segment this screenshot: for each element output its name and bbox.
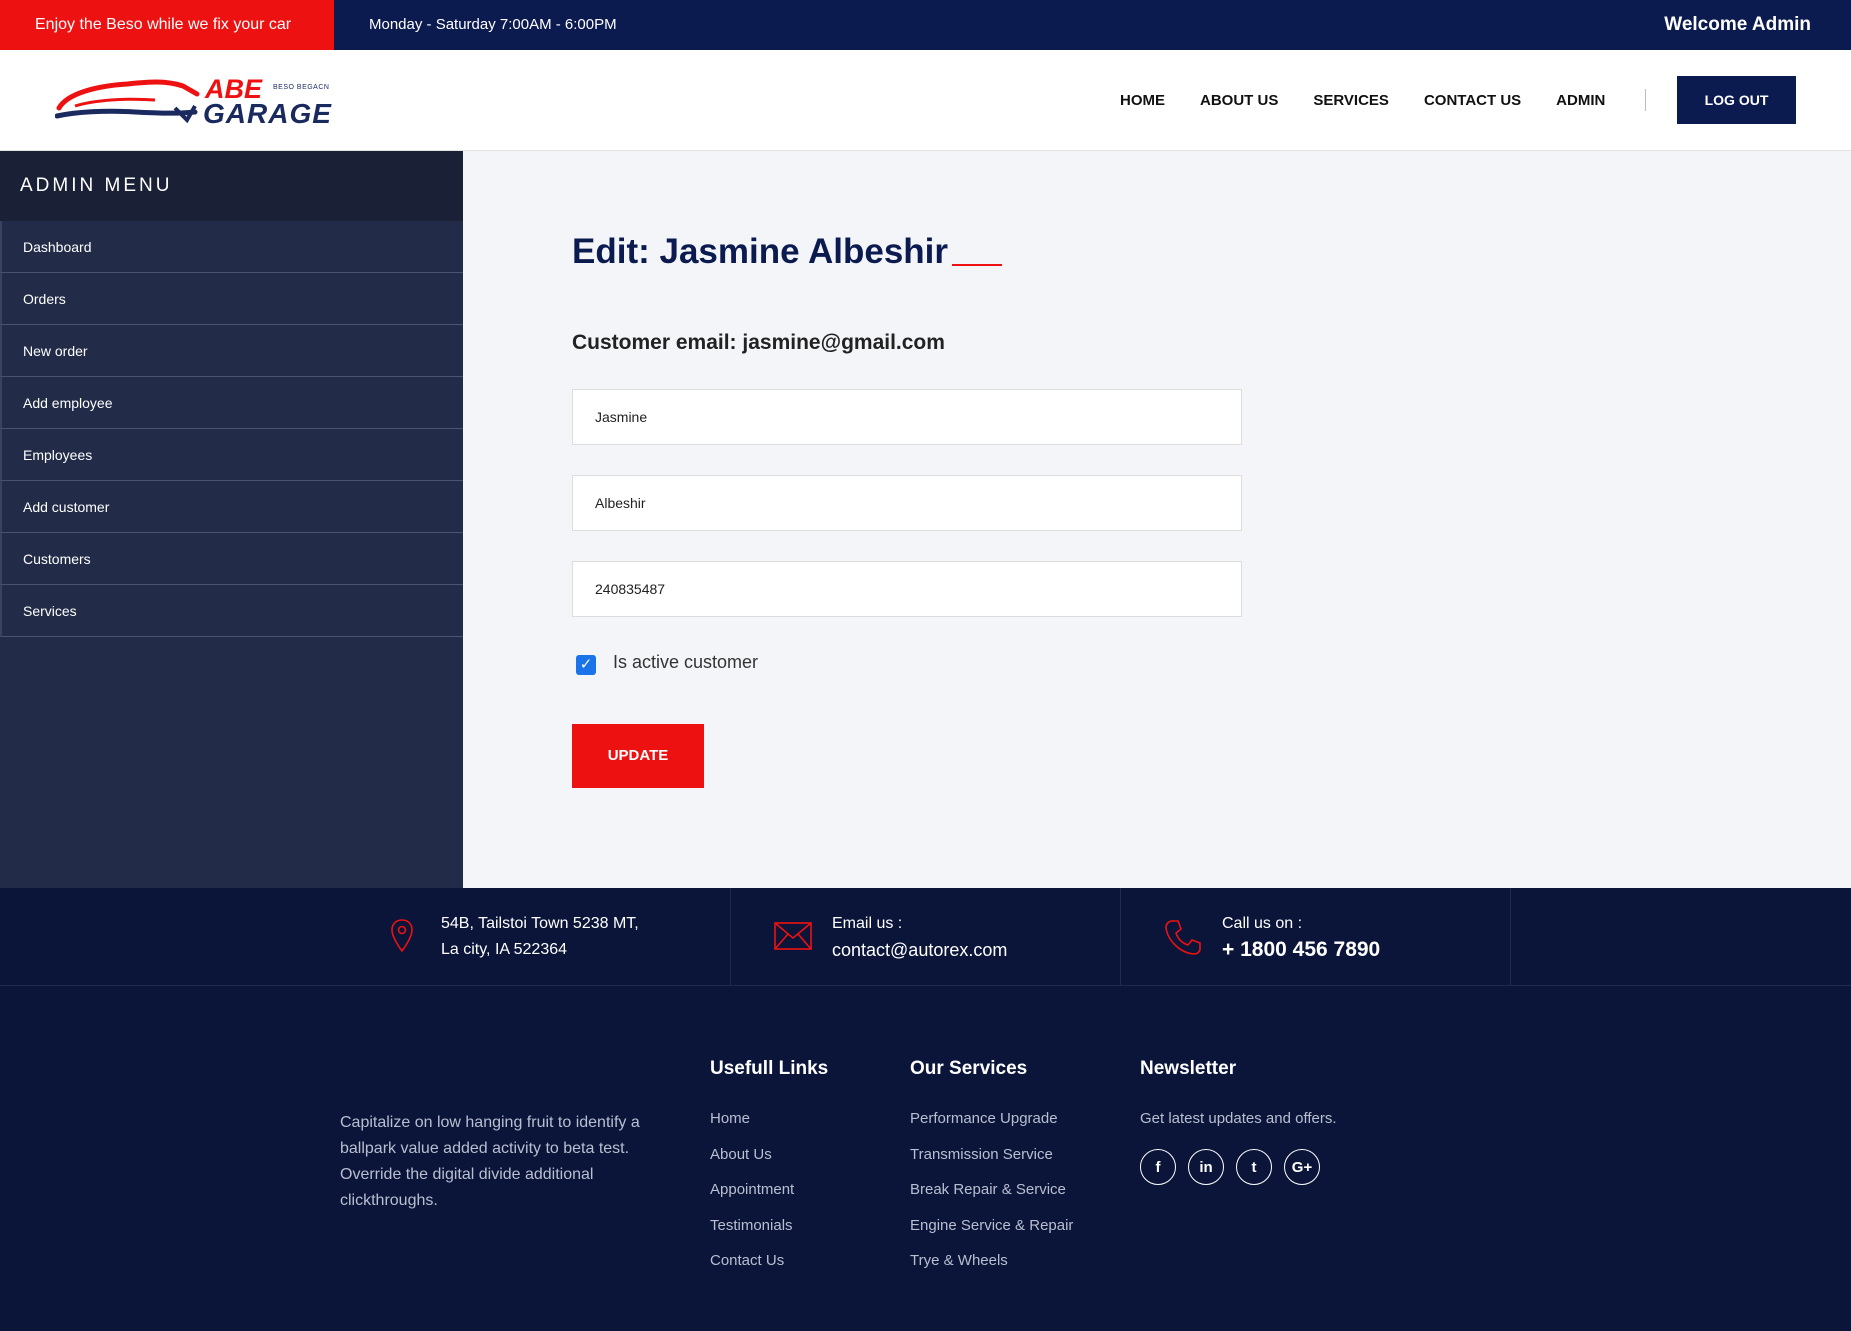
nav-services[interactable]: SERVICES xyxy=(1313,92,1389,109)
last-name-field[interactable] xyxy=(572,475,1242,531)
sidebar-item-employees[interactable]: Employees xyxy=(0,429,463,481)
nav-divider xyxy=(1645,89,1647,111)
logo[interactable]: ABE BESO BEGACN GARAGE xyxy=(55,72,335,132)
footer-link-about-us[interactable]: About Us xyxy=(710,1146,828,1182)
newsletter-column: Newsletter Get latest updates and offers… xyxy=(1140,1058,1337,1185)
sidebar-item-new-order[interactable]: New order xyxy=(0,325,463,377)
page-title: Edit: Jasmine Albeshir xyxy=(572,232,949,271)
customer-email-label: Customer email: jasmine@gmail.com xyxy=(572,331,945,354)
email-label: Email us : xyxy=(832,915,903,932)
address-line-1: 54B, Tailstoi Town 5238 MT, xyxy=(441,915,639,932)
main-content: Edit: Jasmine Albeshir Customer email: j… xyxy=(463,151,1851,888)
logo-subtitle: BESO BEGACN xyxy=(273,84,330,91)
nav-contact-us[interactable]: CONTACT US xyxy=(1424,92,1521,109)
footer-about-text: Capitalize on low hanging fruit to ident… xyxy=(340,1114,640,1209)
phone-text: Call us on : + 1800 456 7890 xyxy=(1222,911,1380,963)
active-customer-row: ✓ Is active customer xyxy=(576,649,758,675)
phone-cell: Call us on : + 1800 456 7890 xyxy=(1121,888,1511,986)
sidebar-item-customers[interactable]: Customers xyxy=(0,533,463,585)
first-name-field[interactable] xyxy=(572,389,1242,445)
map-pin-icon xyxy=(391,919,413,953)
title-underline xyxy=(952,264,1002,266)
twitter-icon[interactable]: t xyxy=(1236,1149,1272,1185)
sidebar-item-add-customer[interactable]: Add customer xyxy=(0,481,463,533)
useful-links-column: Usefull Links Home About Us Appointment … xyxy=(710,1058,828,1288)
footer-link-home[interactable]: Home xyxy=(710,1110,828,1146)
nav-about-us[interactable]: ABOUT US xyxy=(1200,92,1278,109)
sidebar-item-add-employee[interactable]: Add employee xyxy=(0,377,463,429)
our-services-title: Our Services xyxy=(910,1058,1028,1079)
facebook-icon[interactable]: f xyxy=(1140,1149,1176,1185)
our-services-column: Our Services Performance Upgrade Transmi… xyxy=(910,1058,1073,1288)
footer-service-engine[interactable]: Engine Service & Repair xyxy=(910,1217,1073,1253)
newsletter-text: Get latest updates and offers. xyxy=(1140,1110,1337,1127)
car-logo-icon xyxy=(55,79,200,124)
email-cell: Email us : contact@autorex.com xyxy=(731,888,1121,986)
top-bar: Enjoy the Beso while we fix your car Mon… xyxy=(0,0,1851,50)
footer-service-transmission[interactable]: Transmission Service xyxy=(910,1146,1073,1182)
email-address[interactable]: contact@autorex.com xyxy=(832,937,1007,963)
address-text: 54B, Tailstoi Town 5238 MT, La city, IA … xyxy=(441,911,639,963)
email-text: Email us : contact@autorex.com xyxy=(832,911,1007,963)
sidebar-item-orders[interactable]: Orders xyxy=(0,273,463,325)
nav-home[interactable]: HOME xyxy=(1120,92,1165,109)
footer-link-appointment[interactable]: Appointment xyxy=(710,1181,828,1217)
active-customer-label: Is active customer xyxy=(613,651,759,672)
logout-button[interactable]: LOG OUT xyxy=(1677,76,1796,124)
logo-garage: GARAGE xyxy=(203,98,332,129)
footer-link-contact-us[interactable]: Contact Us xyxy=(710,1252,828,1288)
welcome-text: Welcome Admin xyxy=(1664,14,1811,35)
footer-link-testimonials[interactable]: Testimonials xyxy=(710,1217,828,1253)
sidebar-item-dashboard[interactable]: Dashboard xyxy=(0,221,463,273)
address-line-2: La city, IA 522364 xyxy=(441,941,568,958)
google-plus-icon[interactable]: G+ xyxy=(1284,1149,1320,1185)
useful-links-title: Usefull Links xyxy=(710,1058,829,1079)
active-customer-checkbox[interactable]: ✓ xyxy=(576,655,596,675)
address-cell: 54B, Tailstoi Town 5238 MT, La city, IA … xyxy=(340,888,731,986)
newsletter-title: Newsletter xyxy=(1140,1058,1237,1079)
phone-number[interactable]: + 1800 456 7890 xyxy=(1222,937,1380,963)
site-header: ABE BESO BEGACN GARAGE HOME ABOUT US SER… xyxy=(0,50,1851,151)
phone-icon xyxy=(1165,920,1201,955)
site-footer: Capitalize on low hanging fruit to ident… xyxy=(0,986,1851,1331)
linkedin-icon[interactable]: in xyxy=(1188,1149,1224,1185)
call-label: Call us on : xyxy=(1222,915,1303,932)
update-button[interactable]: UPDATE xyxy=(572,724,704,788)
promo-banner: Enjoy the Beso while we fix your car xyxy=(0,0,334,50)
phone-field[interactable] xyxy=(572,561,1242,617)
main-nav: HOME ABOUT US SERVICES CONTACT US ADMIN xyxy=(1120,50,1686,150)
admin-menu-title: ADMIN MENU xyxy=(0,151,463,221)
footer-service-performance[interactable]: Performance Upgrade xyxy=(910,1110,1073,1146)
envelope-icon xyxy=(774,922,812,950)
admin-sidebar: ADMIN MENU Dashboard Orders New order Ad… xyxy=(0,151,463,888)
social-links: f in t G+ xyxy=(1140,1149,1337,1185)
footer-service-break-repair[interactable]: Break Repair & Service xyxy=(910,1181,1073,1217)
nav-admin[interactable]: ADMIN xyxy=(1556,92,1605,109)
business-hours: Monday - Saturday 7:00AM - 6:00PM xyxy=(369,16,617,33)
contact-strip: 54B, Tailstoi Town 5238 MT, La city, IA … xyxy=(0,888,1851,986)
sidebar-item-services[interactable]: Services xyxy=(0,585,463,637)
footer-service-wheels[interactable]: Trye & Wheels xyxy=(910,1252,1073,1288)
